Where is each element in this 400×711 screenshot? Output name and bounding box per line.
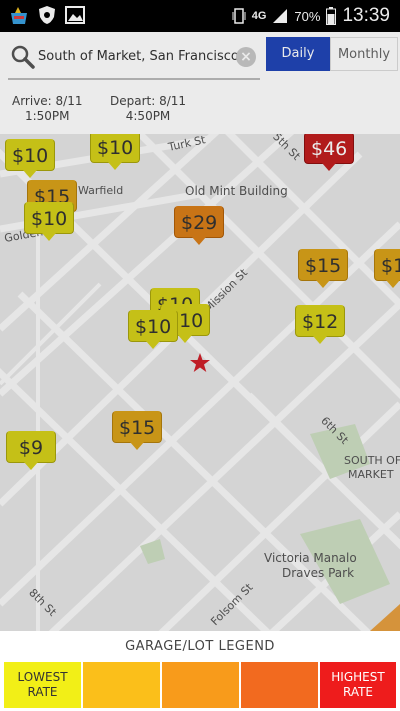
price-pin[interactable]: $9 xyxy=(6,431,56,470)
area-label-market: MARKET xyxy=(348,468,394,481)
price-pin[interactable]: $10 xyxy=(24,202,75,241)
price-pin[interactable]: $12 xyxy=(295,305,346,344)
price-pin[interactable]: $29 xyxy=(174,206,225,245)
price-pin[interactable]: $10 xyxy=(90,134,141,170)
tab-daily[interactable]: Daily xyxy=(266,37,330,71)
price-pin[interactable]: $15 xyxy=(298,249,349,288)
search-icon[interactable] xyxy=(10,44,36,70)
arrive-block[interactable]: Arrive: 8/11 1:50PM xyxy=(12,94,83,124)
clock: 13:39 xyxy=(342,5,390,26)
search-box[interactable]: South of Market, San Francisco, × xyxy=(8,38,260,80)
place-label-old-mint: Old Mint Building xyxy=(185,184,288,198)
map[interactable]: Turk St 5th St Warfield Old Mint Buildin… xyxy=(0,134,400,631)
app-bag-icon xyxy=(11,7,27,24)
legend-title: GARAGE/LOT LEGEND xyxy=(125,639,275,654)
date-bar: Arrive: 8/11 1:50PM Depart: 8/11 4:50PM xyxy=(0,86,400,135)
park-label-line1: Victoria Manalo xyxy=(264,551,357,565)
depart-time: 4:50PM xyxy=(125,109,171,123)
arrive-label: Arrive: 8/11 xyxy=(12,94,83,108)
price-pin[interactable]: $10 xyxy=(5,139,56,178)
area-label-south-of: SOUTH OF xyxy=(344,454,400,467)
legend-swatch-4 xyxy=(241,662,318,708)
star-icon xyxy=(190,353,210,372)
search-input[interactable]: South of Market, San Francisco, xyxy=(38,49,238,64)
legend-swatch-2 xyxy=(83,662,160,708)
legend-swatch-lowest: LOWEST RATE xyxy=(4,662,81,708)
tab-monthly[interactable]: Monthly xyxy=(330,37,398,71)
legend-swatch-highest: HIGHEST RATE xyxy=(320,662,396,708)
search-bar: South of Market, San Francisco, × Daily … xyxy=(0,32,400,86)
legend-lowest-label: LOWEST RATE xyxy=(17,670,68,699)
depart-block[interactable]: Depart: 8/11 4:50PM xyxy=(110,94,186,124)
price-pin[interactable]: $1 xyxy=(374,249,400,288)
price-pin[interactable]: $10 xyxy=(128,310,179,349)
battery-icon xyxy=(326,7,337,25)
image-icon xyxy=(65,6,85,24)
signal-icon xyxy=(273,9,288,23)
price-pin[interactable]: $46 xyxy=(304,134,355,171)
clear-icon[interactable]: × xyxy=(236,47,256,67)
legend-highest-label: HIGHEST RATE xyxy=(331,670,385,699)
network-type: 4G xyxy=(251,10,267,22)
park-label-line2: Draves Park xyxy=(282,566,355,580)
shield-icon xyxy=(39,6,55,24)
battery-percent: 70% xyxy=(294,8,321,24)
place-label-warfield: Warfield xyxy=(78,184,124,197)
status-bar: 4G 70% 13:39 xyxy=(0,0,400,32)
legend-swatch-3 xyxy=(162,662,239,708)
depart-label: Depart: 8/11 xyxy=(110,94,187,108)
arrive-time: 1:50PM xyxy=(24,109,70,123)
legend: GARAGE/LOT LEGEND LOWEST RATE HIGHEST RA… xyxy=(0,631,400,711)
price-pin[interactable]: $15 xyxy=(112,411,163,450)
vibrate-icon xyxy=(232,8,246,24)
